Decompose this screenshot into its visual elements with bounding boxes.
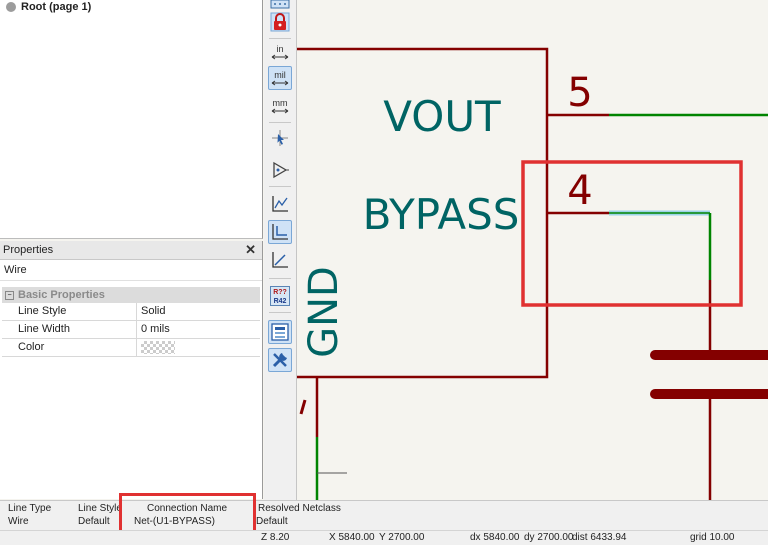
line-angle-free-icon[interactable]	[268, 192, 292, 216]
basic-properties-section[interactable]: − Basic Properties	[2, 287, 260, 303]
grid-readout: grid 10.00	[690, 532, 735, 543]
pin-icon[interactable]	[268, 158, 292, 182]
schematic-canvas[interactable]: VOUT 5 BYPASS 4 GND	[297, 0, 768, 500]
section-label: Basic Properties	[18, 289, 105, 301]
hierarchy-root-node[interactable]: Root (page 1)	[6, 1, 91, 13]
line-width-value[interactable]: 0 mils	[137, 321, 260, 338]
annotate-icon[interactable]: R?? R42	[268, 284, 292, 308]
schematic-drawing[interactable]: VOUT 5 BYPASS 4 GND	[297, 0, 768, 500]
lock-icon[interactable]	[268, 10, 292, 34]
annotate-bottom-label: R42	[274, 298, 287, 305]
message-panel: Line Type Wire Line Style Default Connec…	[0, 500, 768, 531]
line-type-value: Wire	[8, 516, 29, 527]
properties-titlebar: Properties ✕	[0, 241, 262, 260]
sheet-node-icon	[6, 2, 16, 12]
close-icon[interactable]: ✕	[245, 242, 256, 258]
units-mil-icon[interactable]: mil	[268, 66, 292, 90]
line-style-header: Line Style	[78, 503, 122, 514]
left-toolbar: in mil mm R?? R42	[264, 0, 297, 500]
gnd-pin-number-partial	[299, 399, 307, 415]
zoom-readout: Z 8.20	[261, 532, 290, 543]
hierarchy-navigator-panel: Root (page 1)	[0, 0, 263, 239]
vout-pin-name: VOUT	[383, 92, 501, 141]
units-mil-label: mil	[274, 70, 286, 80]
connection-name-header: Connection Name	[147, 503, 228, 514]
line-style-value: Default	[78, 516, 110, 527]
hierarchy-navigator-icon[interactable]	[268, 320, 292, 344]
line-type-header: Line Type	[8, 503, 52, 514]
property-row-color[interactable]: Color	[2, 339, 260, 357]
units-mm-icon[interactable]: mm	[268, 94, 292, 118]
line-angle-90-icon[interactable]	[268, 220, 292, 244]
units-inch-label: in	[276, 44, 283, 54]
status-bar: Z 8.20 X 5840.00 Y 2700.00 dx 5840.00 dy…	[0, 530, 768, 545]
cursor-icon[interactable]	[268, 126, 292, 150]
bypass-pin-name: BYPASS	[363, 190, 520, 239]
line-angle-45-icon[interactable]	[268, 248, 292, 272]
delta-x-readout: dx 5840.00	[470, 532, 520, 543]
units-inch-icon[interactable]: in	[268, 40, 292, 64]
connection-name-value: Net-(U1-BYPASS)	[134, 516, 215, 527]
delta-y-readout: dy 2700.00	[524, 532, 574, 543]
color-swatch[interactable]	[141, 341, 175, 354]
vout-pin-number: 5	[567, 70, 592, 116]
resolved-netclass-header: Resolved Netclass	[258, 503, 341, 514]
highlight-rectangle	[521, 160, 743, 307]
properties-title: Properties	[3, 244, 54, 256]
properties-panel: Properties ✕ Wire − Basic Properties Lin…	[0, 241, 263, 499]
property-key: Line Width	[2, 321, 137, 338]
properties-tool-icon[interactable]	[268, 348, 292, 372]
line-style-value[interactable]: Solid	[137, 303, 260, 320]
property-row-line-style[interactable]: Line Style Solid	[2, 303, 260, 321]
gnd-pin-name: GND	[301, 266, 347, 358]
property-row-line-width[interactable]: Line Width 0 mils	[2, 321, 260, 339]
properties-item-type: Wire	[0, 260, 262, 281]
collapse-icon[interactable]: −	[5, 290, 14, 300]
units-mm-label: mm	[273, 98, 288, 108]
annotate-top-label: R??	[273, 289, 287, 296]
resolved-netclass-value: Default	[256, 516, 288, 527]
distance-readout: dist 6433.94	[572, 532, 627, 543]
color-value[interactable]	[137, 339, 260, 356]
cursor-y-readout: Y 2700.00	[379, 532, 425, 543]
cursor-x-readout: X 5840.00	[329, 532, 375, 543]
property-key: Color	[2, 339, 137, 356]
hierarchy-root-label: Root (page 1)	[21, 1, 92, 13]
bypass-pin-number: 4	[567, 168, 592, 214]
property-key: Line Style	[2, 303, 137, 320]
